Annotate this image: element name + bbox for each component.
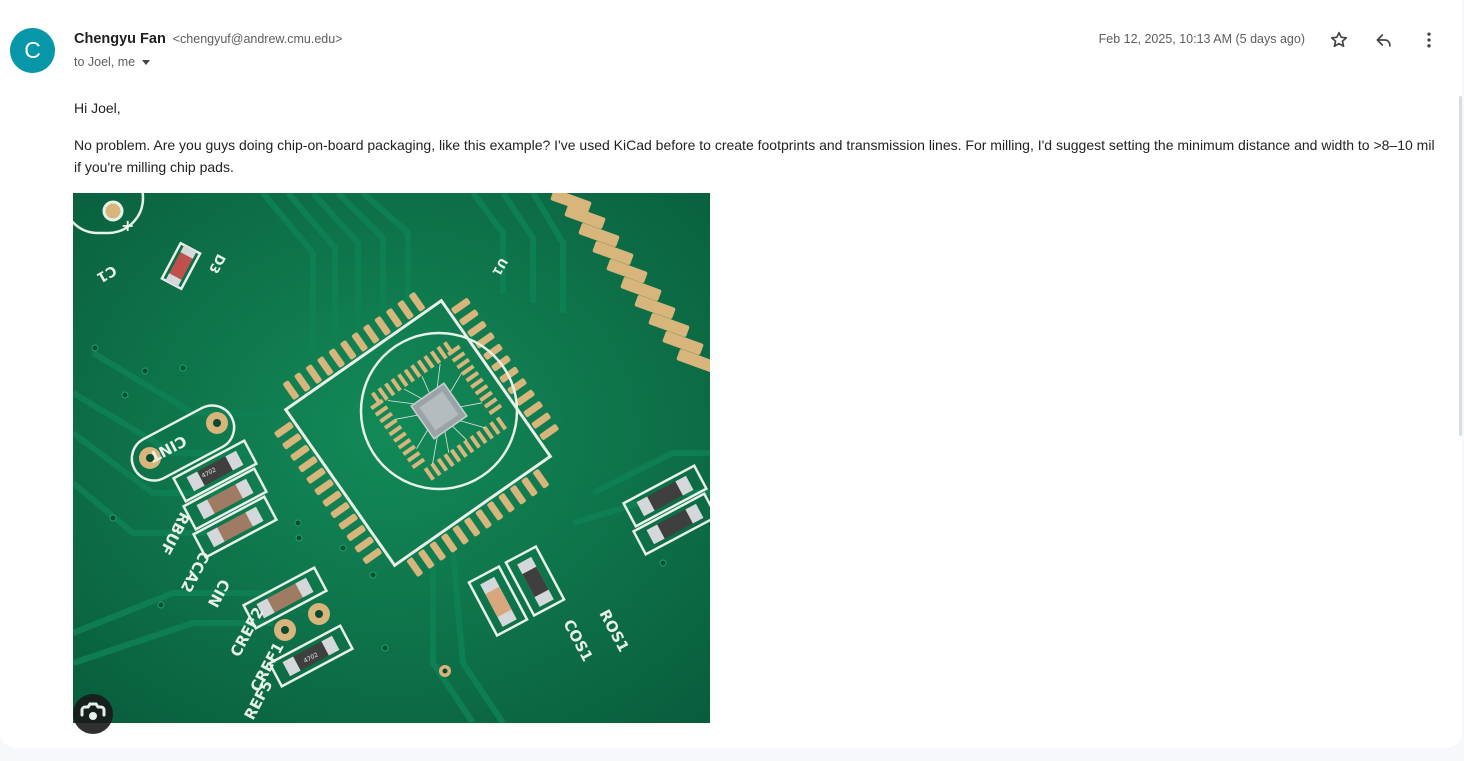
pcb-photo[interactable]: C1 D3 U1 CINT RBUF CCA2 CIN CREF2 CREF1 … (73, 193, 710, 723)
label-plus: + (121, 216, 134, 235)
avatar-letter: C (24, 37, 41, 63)
reply-icon (1376, 34, 1391, 47)
sender-email: <chengyuf@andrew.cmu.edu> (172, 32, 343, 46)
scrollbar[interactable] (1459, 96, 1462, 436)
lens-search-button[interactable] (73, 694, 113, 734)
recipients-line: to Joel, me (74, 55, 151, 69)
reply-button[interactable] (1372, 28, 1396, 52)
more-vert-icon (1427, 32, 1431, 48)
recipients-text: to Joel, me (74, 55, 136, 69)
pcb-illustration: C1 D3 U1 CINT RBUF CCA2 CIN CREF2 CREF1 … (73, 193, 710, 723)
email-greeting: Hi Joel, (74, 100, 121, 116)
camera-lens-icon (80, 702, 106, 720)
star-icon (1330, 31, 1348, 48)
sender-line: Chengyu Fan <chengyuf@andrew.cmu.edu> (74, 30, 342, 47)
sender-name[interactable]: Chengyu Fan (74, 31, 166, 47)
email-card: C Chengyu Fan <chengyuf@andrew.cmu.edu> … (0, 0, 1462, 748)
email-date: Feb 12, 2025, 10:13 AM (5 days ago) (1098, 32, 1305, 46)
star-button[interactable] (1327, 28, 1351, 52)
more-options-button[interactable] (1417, 28, 1441, 52)
sender-avatar[interactable]: C (10, 28, 55, 73)
show-details-caret-icon[interactable] (142, 59, 151, 65)
email-body: No problem. Are you guys doing chip-on-b… (74, 137, 1435, 175)
